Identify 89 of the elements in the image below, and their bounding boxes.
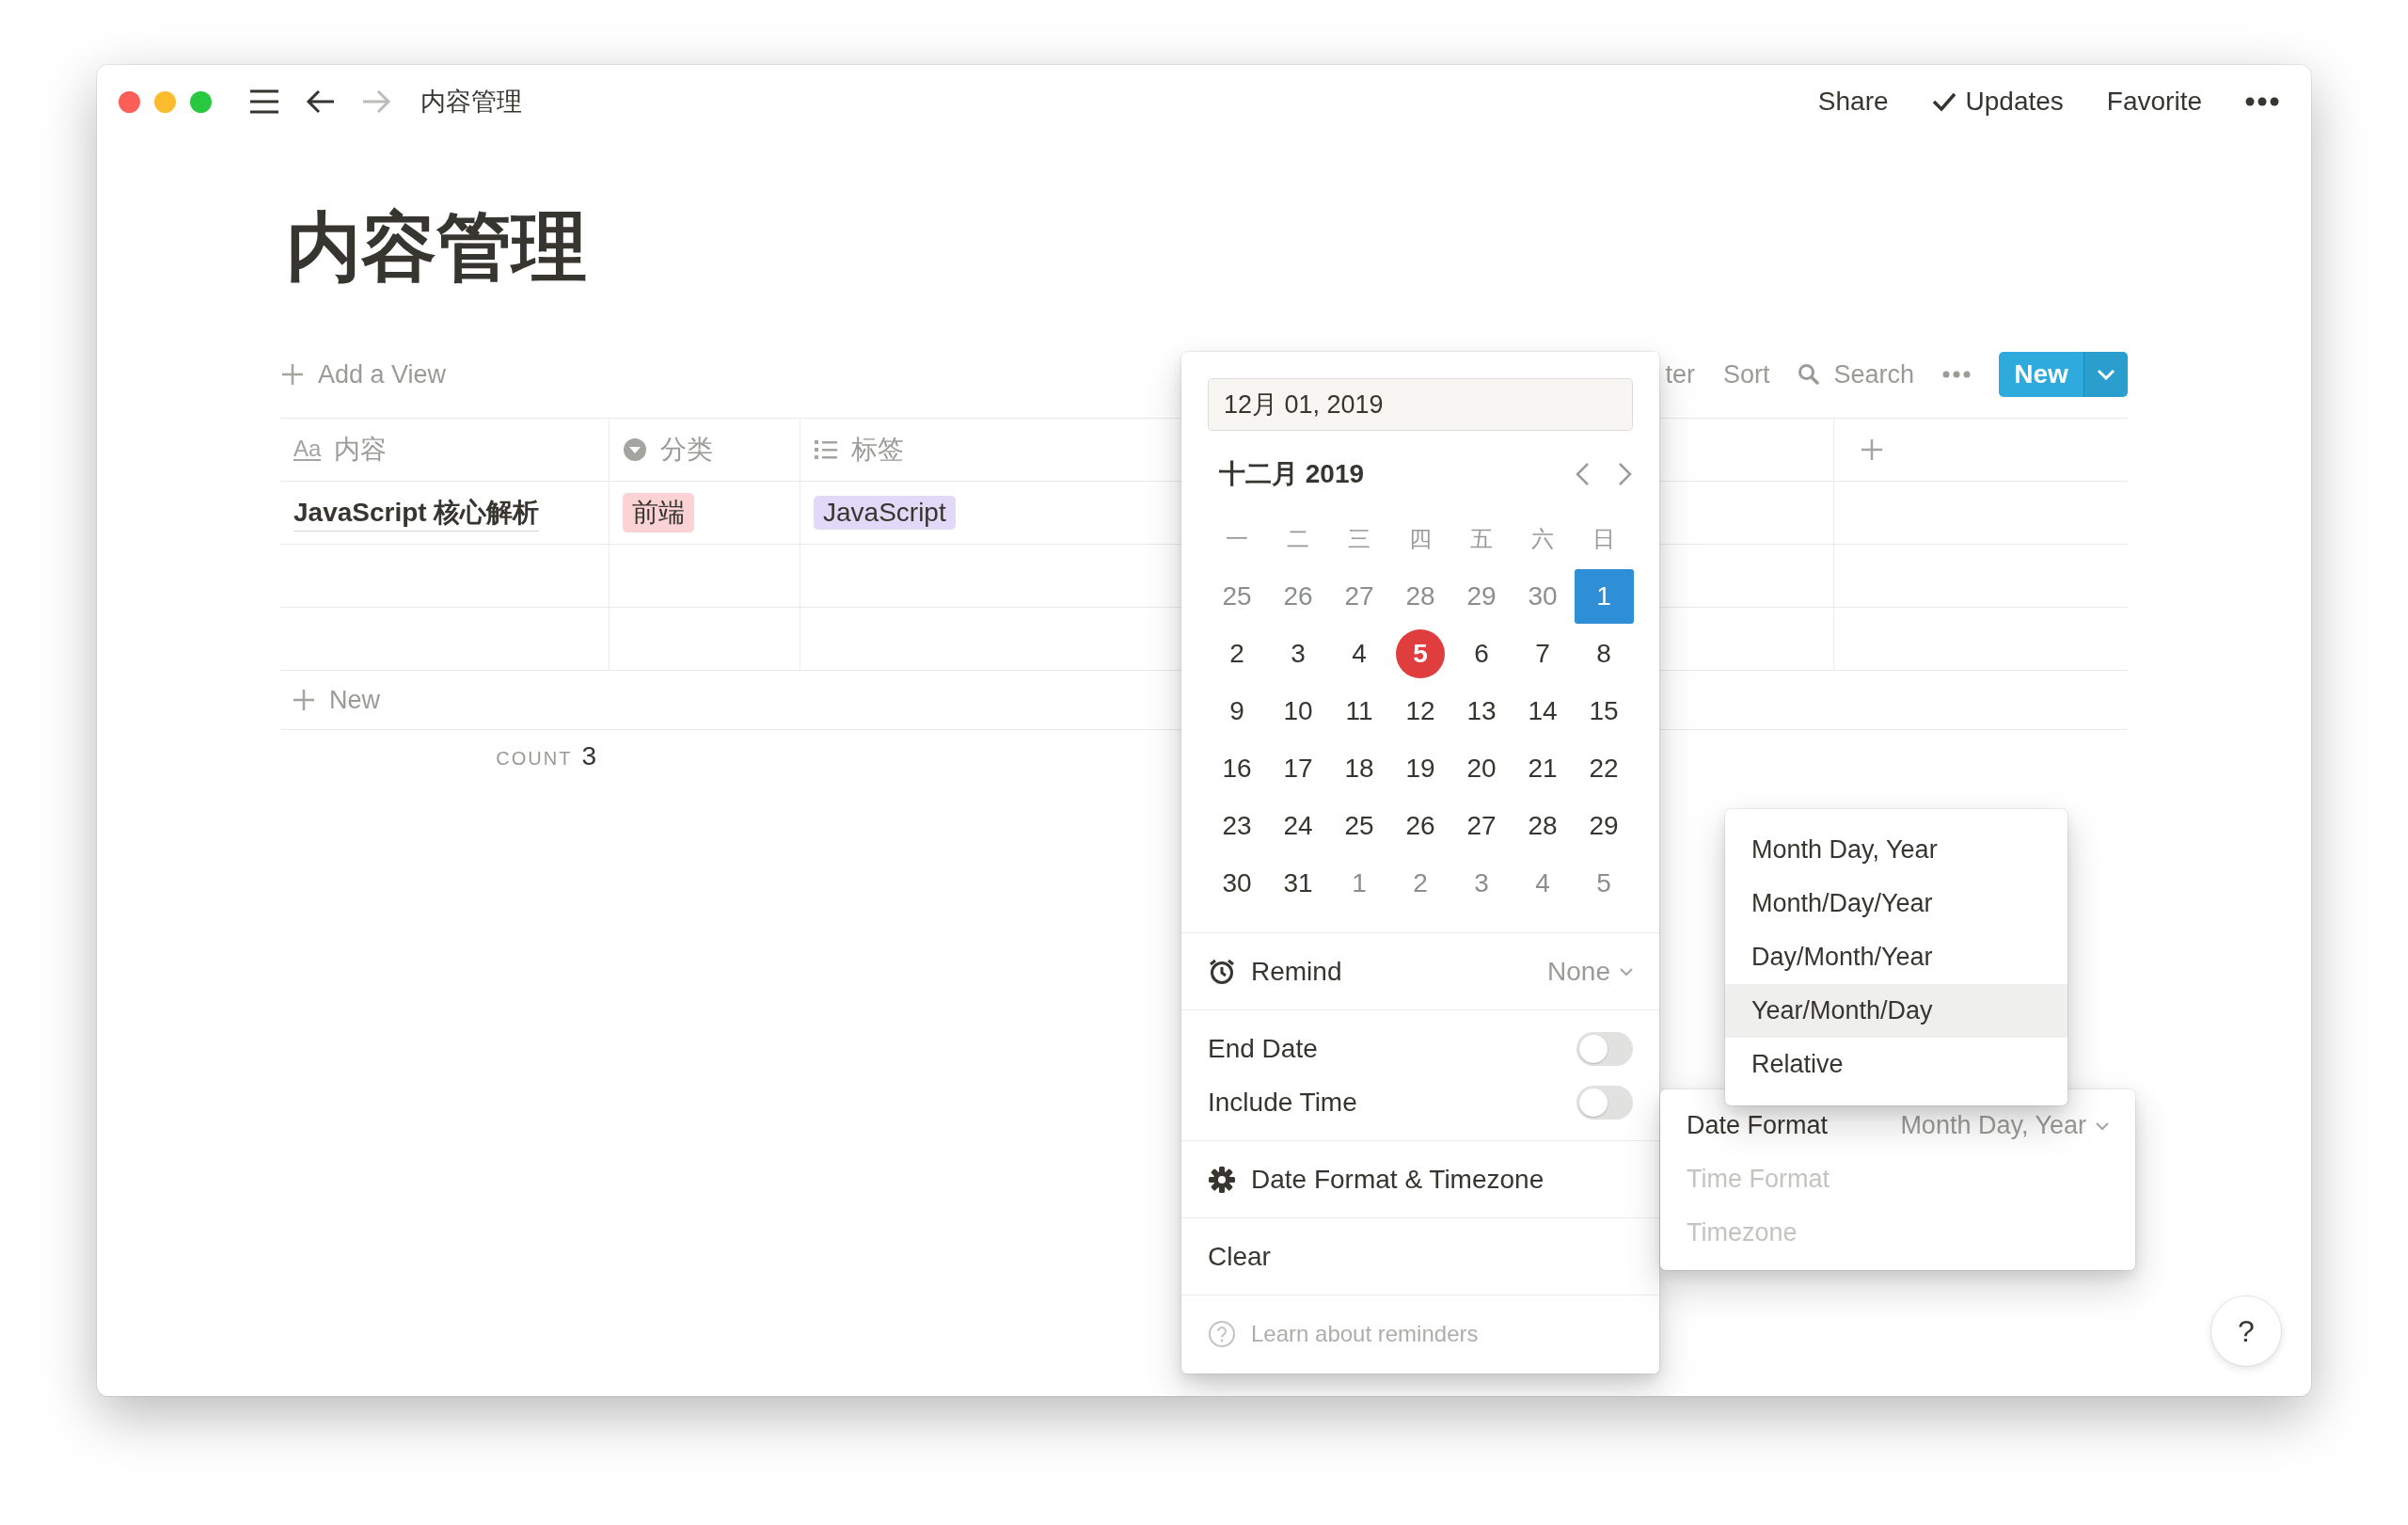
toggle-label: Include Time [1208,1087,1357,1118]
month-title: 十二月 2019 [1219,458,1365,490]
weekday-label: 五 [1470,524,1493,553]
day-cell[interactable]: 12 [1402,691,1439,730]
day-cell[interactable]: 18 [1340,749,1378,787]
menu-item[interactable]: Year/Month/Day [1725,984,2067,1038]
toggle-switch[interactable] [1576,1031,1633,1066]
menu-item[interactable]: Month/Day/Year [1725,877,2067,930]
weekday-label: 六 [1531,524,1554,553]
chevron-down-icon [2097,369,2115,380]
toggle-switch[interactable] [1576,1085,1633,1120]
check-icon [1931,91,1956,112]
forward-arrow-icon[interactable] [361,88,391,115]
date-input-field[interactable]: 12月 01, 2019 [1208,378,1633,431]
setting-label: Date Format [1687,1111,1829,1140]
weekday-label: 日 [1592,524,1615,553]
remind-label: Remind [1251,956,1342,987]
help-button[interactable]: ? [2211,1296,2281,1366]
chevron-down-icon [2096,1120,2109,1131]
list-icon [814,439,838,460]
weekday-label: 四 [1409,524,1432,553]
add-column-icon[interactable] [1861,438,1883,461]
day-cell[interactable]: 9 [1218,691,1256,730]
day-cell[interactable]: 7 [1524,634,1561,673]
back-arrow-icon[interactable] [306,88,336,115]
day-cell[interactable]: 8 [1585,634,1623,673]
question-circle-icon [1208,1319,1236,1348]
day-cell[interactable]: 29 [1585,806,1623,845]
day-cell[interactable]: 26 [1402,806,1439,845]
day-cell[interactable]: 27 [1463,806,1500,845]
toggle-label: End Date [1208,1033,1318,1064]
day-cell[interactable]: 1 [1574,568,1634,624]
tag: 前端 [623,493,694,532]
tag: JavaScript [814,496,956,530]
weekday-label: 三 [1348,524,1370,553]
day-cell[interactable]: 30 [1218,864,1256,902]
day-cell[interactable]: 17 [1279,749,1317,787]
count-label: COUNT [496,748,573,770]
menu-icon[interactable] [248,88,280,115]
weekday-label: 二 [1287,524,1309,553]
weekday-label: 一 [1226,524,1248,553]
chevron-down-icon [1620,966,1633,977]
search-icon [1798,363,1821,386]
day-cell[interactable]: 3 [1279,634,1317,673]
dropdown-button[interactable] [2083,352,2128,397]
setting-label: Time Format [1687,1165,1830,1194]
setting-label: Timezone [1687,1218,1798,1247]
day-cell[interactable]: 11 [1340,691,1378,730]
day-cell[interactable]: 21 [1524,749,1561,787]
day-cell[interactable]: 13 [1463,691,1500,730]
day-cell[interactable]: 24 [1279,806,1317,845]
date-format-settings-button[interactable]: Date Format & Timezone [1208,1164,1545,1195]
page-title: 内容管理 [286,204,588,291]
day-cell[interactable]: 22 [1585,749,1623,787]
minimize-light[interactable] [154,90,176,113]
row-title[interactable]: JavaScript 核心解析 [293,494,540,532]
day-cell[interactable]: 5 [1396,628,1445,678]
breadcrumb-link[interactable]: 内容管理 [420,85,522,119]
day-cell[interactable]: 20 [1463,749,1500,787]
day-cell[interactable]: 4 [1340,634,1378,673]
close-light[interactable] [119,90,140,113]
chevron-left-icon[interactable] [1575,462,1590,486]
plus-icon [280,362,305,387]
menu-item[interactable]: Relative [1725,1038,2067,1091]
day-cell[interactable]: 15 [1585,691,1623,730]
menu-item[interactable]: Day/Month/Year [1725,930,2067,984]
menu-item[interactable]: Month Day, Year [1725,823,2067,877]
updates-button[interactable]: Updates [1931,87,2064,117]
day-cell[interactable]: 10 [1279,691,1317,730]
clear-button[interactable]: Clear [1208,1241,1271,1272]
topbar-button[interactable]: Favorite [2106,87,2202,117]
day-cell[interactable]: 14 [1524,691,1561,730]
dropdown-circle-icon [623,437,647,462]
topbar-button[interactable]: Share [1817,87,1889,117]
zoom-light[interactable] [190,90,212,113]
day-cell[interactable]: 16 [1218,749,1256,787]
day-cell[interactable]: 25 [1340,806,1378,845]
plus-icon [292,688,316,712]
more-icon[interactable] [2245,97,2279,106]
day-cell[interactable]: 23 [1218,806,1256,845]
day-cell[interactable]: 19 [1402,749,1439,787]
alarm-clock-icon [1208,957,1236,986]
count-value: 3 [581,741,596,771]
chevron-right-icon[interactable] [1618,462,1633,486]
day-cell[interactable]: 28 [1524,806,1561,845]
day-cell[interactable]: 2 [1218,634,1256,673]
day-cell[interactable]: 31 [1279,864,1317,902]
gear-icon [1208,1165,1236,1194]
day-cell[interactable]: 6 [1463,634,1500,673]
